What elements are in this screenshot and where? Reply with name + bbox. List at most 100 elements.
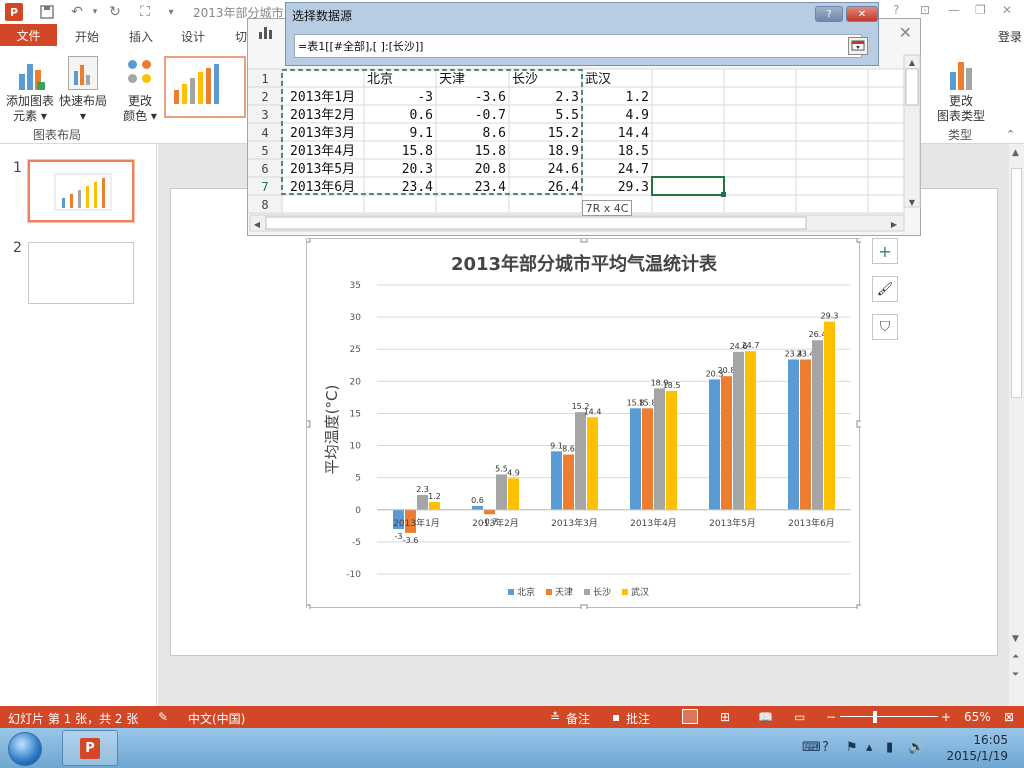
slideshow-view-button[interactable]: ▭ <box>794 710 805 724</box>
fit-slide-button[interactable]: ⊠ <box>1004 710 1014 724</box>
row-label-cell: 2013年5月 <box>290 162 355 177</box>
volume-icon[interactable]: 🔊 <box>908 740 924 755</box>
quick-layout-button[interactable]: 快速布局 ▾ <box>57 56 109 124</box>
spelling-check-icon[interactable]: ✎ <box>158 710 168 724</box>
tab-transitions[interactable]: 切 <box>235 28 247 45</box>
data-label: 2.3 <box>416 485 429 494</box>
x-tick-label: 2013年4月 <box>630 517 677 529</box>
chart-elements-button[interactable]: + <box>872 238 898 264</box>
column-header-cell: 天津 <box>439 72 465 87</box>
help-icon[interactable]: ? <box>893 3 899 17</box>
tab-insert[interactable]: 插入 <box>129 28 153 45</box>
scroll-down-icon[interactable]: ▼ <box>1012 634 1019 644</box>
ribbon-display-icon[interactable]: ⊡ <box>920 3 930 17</box>
language-status[interactable]: 中文(中国) <box>188 710 245 727</box>
legend-swatch <box>584 589 590 595</box>
change-chart-type-button[interactable]: 更改 图表类型 <box>934 56 988 124</box>
data-cell: -3.6 <box>475 90 506 105</box>
minimize-icon[interactable]: — <box>948 3 960 17</box>
redo-icon[interactable]: ↻ <box>106 3 124 21</box>
data-cell: 8.6 <box>483 126 506 141</box>
data-label: 29.3 <box>821 312 839 321</box>
clock-date[interactable]: 2015/1/19 <box>946 749 1008 763</box>
resize-handle <box>856 239 861 243</box>
start-button[interactable] <box>8 732 42 766</box>
y-tick-label: 20 <box>350 377 362 387</box>
keyboard-icon[interactable]: ⌨ <box>802 740 821 755</box>
data-label: 20.8 <box>718 366 736 375</box>
next-slide-icon[interactable]: ⏷ <box>1012 670 1019 680</box>
group-label-chart-layout: 图表布局 <box>33 128 82 142</box>
bar-天津-3 <box>642 408 653 510</box>
dialog-help-button[interactable]: ? <box>815 6 843 22</box>
chart-data-range-input[interactable] <box>294 34 862 58</box>
x-tick-label: 2013年5月 <box>709 517 756 529</box>
bar-武汉-4 <box>745 351 756 510</box>
row-label-cell: 2013年6月 <box>290 180 355 195</box>
window-close-icon[interactable]: ✕ <box>1002 3 1012 17</box>
data-cell: 5.5 <box>556 108 579 123</box>
data-cell: 20.8 <box>475 162 506 177</box>
chart-filters-button[interactable]: ⛉ <box>872 314 898 340</box>
column-header-cell: 长沙 <box>512 72 538 87</box>
slide-thumbnail-2[interactable] <box>28 242 134 304</box>
network-icon[interactable]: ▮ <box>886 740 893 755</box>
comments-button[interactable]: 批注 <box>626 710 650 727</box>
collapse-ribbon-icon[interactable]: ⌃ <box>1006 128 1015 141</box>
zoom-out-button[interactable]: − <box>826 710 836 724</box>
data-cell: 24.7 <box>618 162 649 177</box>
y-tick-label: -5 <box>352 538 361 548</box>
restore-icon[interactable]: ❐ <box>975 3 986 17</box>
customize-toolbar-icon[interactable]: ▾ <box>162 3 180 21</box>
chart-object[interactable]: 2013年部分城市平均气温统计表 35 30 25 20 15 10 5 0 -5 -10 平均温度(… <box>306 238 861 609</box>
reading-view-button[interactable]: 📖 <box>758 710 773 724</box>
data-label: 1.2 <box>428 492 441 501</box>
bar-天津-5 <box>800 359 811 510</box>
zoom-percentage[interactable]: 65% <box>964 710 991 724</box>
tab-design[interactable]: 设计 <box>181 28 205 45</box>
slide-thumbnail-1[interactable] <box>28 160 134 222</box>
bar-武汉-5 <box>824 321 835 510</box>
undo-dropdown-icon[interactable]: ▾ <box>86 3 104 21</box>
row-number: 2 <box>261 90 268 104</box>
change-chart-type-icon <box>946 56 976 90</box>
save-icon[interactable] <box>38 3 56 21</box>
zoom-in-button[interactable]: + <box>941 710 951 724</box>
data-cell: 2.3 <box>556 90 579 105</box>
tray-help-icon[interactable]: ? <box>822 740 829 755</box>
scroll-up-icon[interactable]: ▲ <box>1012 148 1019 158</box>
bar-北京-1 <box>472 505 483 510</box>
clock-time[interactable]: 16:05 <box>973 733 1008 747</box>
data-label: -3 <box>395 532 403 541</box>
show-hidden-icons[interactable]: ▴ <box>866 740 873 755</box>
expand-dialog-button[interactable] <box>848 37 868 55</box>
data-cell: 4.9 <box>626 108 649 123</box>
normal-view-button[interactable] <box>682 709 698 724</box>
login-link[interactable]: 登录 <box>998 28 1022 45</box>
add-chart-element-icon <box>15 56 45 90</box>
brush-icon: 🖌 <box>876 281 894 297</box>
zoom-slider-thumb[interactable] <box>872 711 877 723</box>
plus-icon: + <box>878 241 892 261</box>
add-chart-element-button[interactable]: 添加图表 元素 ▾ <box>4 56 56 124</box>
slideshow-start-icon[interactable]: ⛶ <box>136 3 154 21</box>
scrollbar-thumb[interactable] <box>1011 168 1022 398</box>
slide-sorter-view-button[interactable]: ⊞ <box>720 710 730 724</box>
notes-button[interactable]: 备注 <box>566 710 590 727</box>
undo-icon[interactable]: ↶ <box>68 3 86 21</box>
powerpoint-taskbar-button[interactable]: P <box>62 730 118 766</box>
previous-slide-icon[interactable]: ⏶ <box>1012 652 1019 662</box>
change-colors-button[interactable]: 更改 颜色 ▾ <box>118 56 162 124</box>
tab-home[interactable]: 开始 <box>75 28 99 45</box>
zoom-slider-track[interactable] <box>840 716 938 717</box>
dialog-close-button[interactable]: ✕ <box>846 6 878 22</box>
data-cell: -3 <box>417 90 433 105</box>
bar-天津-2 <box>563 454 574 510</box>
vertical-scrollbar[interactable]: ▲ ▼ ⏶ ⏷ <box>1009 144 1024 706</box>
action-center-icon[interactable]: ⚑ <box>846 740 858 755</box>
tab-file[interactable]: 文件 <box>0 24 57 46</box>
chart-styles-button[interactable]: 🖌 <box>872 276 898 302</box>
row-number: 3 <box>261 108 268 122</box>
bar-北京-5 <box>788 359 799 510</box>
chart-style-gallery-item[interactable] <box>164 56 246 118</box>
